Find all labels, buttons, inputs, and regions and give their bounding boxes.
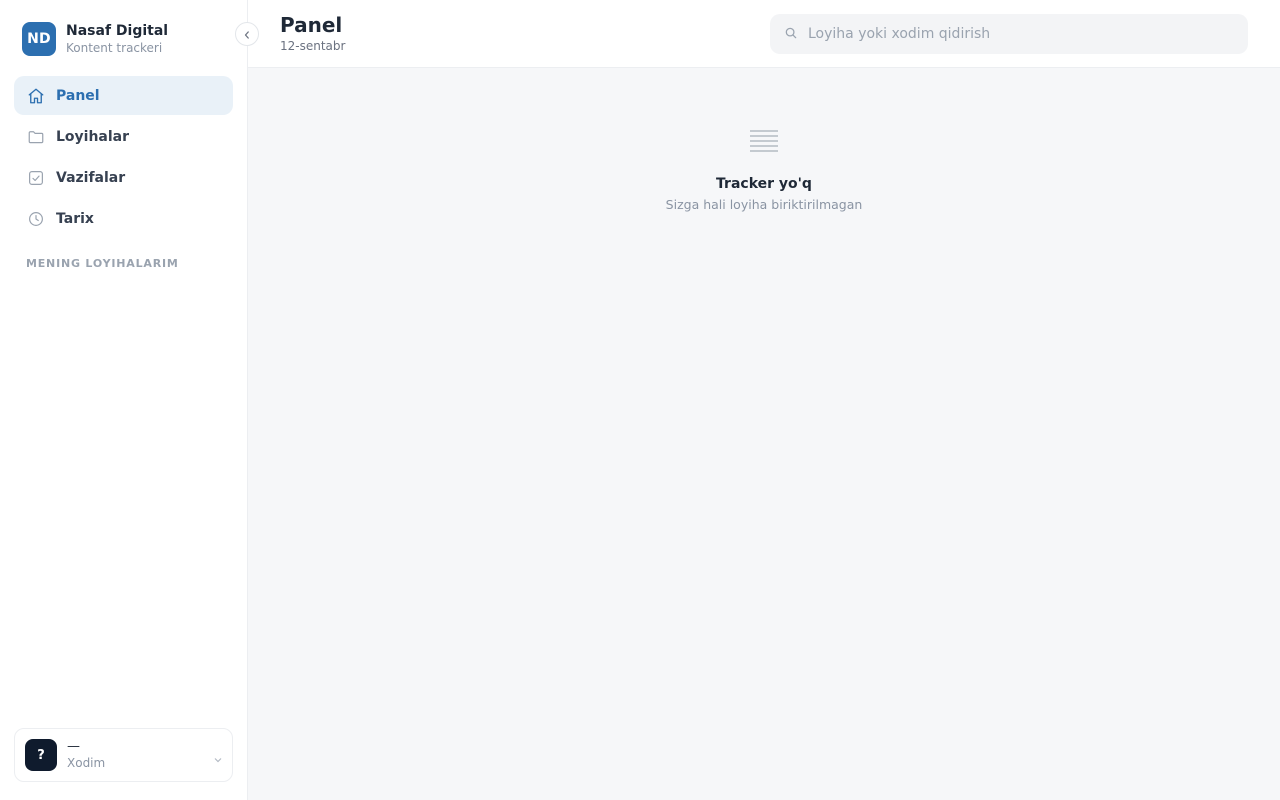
page-title: Panel [280,13,343,37]
sidebar-item-tarix[interactable]: Tarix [14,199,233,238]
sidebar-item-label: Tarix [56,210,94,227]
section-title-my-projects: MENING LOYIHALARIM [26,257,179,270]
brand-text: Nasaf Digital Kontent trackeri [66,22,168,56]
search-box [770,14,1248,54]
brand: ND Nasaf Digital Kontent trackeri [22,22,168,56]
empty-state: Tracker yo'q Sizga hali loyiha biriktiri… [248,128,1280,212]
user-info: — Xodim [67,739,105,771]
user-role: Xodim [67,756,106,770]
user-menu[interactable]: ? — Xodim [14,728,233,782]
avatar: ? [25,739,57,771]
brand-logo: ND [22,22,56,56]
header: Panel 12-sentabr [248,0,1280,68]
chevron-down-icon [214,756,222,766]
sidebar-item-label: Loyihalar [56,128,130,145]
sidebar-item-loyihalar[interactable]: Loyihalar [14,117,233,156]
brand-subtitle: Kontent trackeri [66,41,163,55]
chevron-left-icon [242,25,252,44]
collapse-sidebar-button[interactable] [235,22,259,46]
home-icon [26,86,46,106]
sidebar-item-label: Vazifalar [56,169,126,186]
sidebar-item-panel[interactable]: Panel [14,76,233,115]
sidebar-item-label: Panel [56,87,100,104]
user-name: — [67,739,80,754]
checkbox-icon [26,168,46,188]
search-icon [784,25,798,44]
sidebar-nav: Panel Loyihalar Vazifalar Tarix [14,76,233,240]
sidebar-item-vazifalar[interactable]: Vazifalar [14,158,233,197]
brand-name: Nasaf Digital [66,23,169,39]
clock-icon [26,209,46,229]
empty-state-subtitle: Sizga hali loyiha biriktirilmagan [665,197,863,212]
sidebar: ND Nasaf Digital Kontent trackeri Panel … [0,0,248,800]
list-lines-icon [749,128,779,156]
page-date: 12-sentabr [280,39,346,53]
folder-icon [26,127,46,147]
search-input[interactable] [808,26,1228,42]
empty-state-title: Tracker yo'q [716,176,812,192]
